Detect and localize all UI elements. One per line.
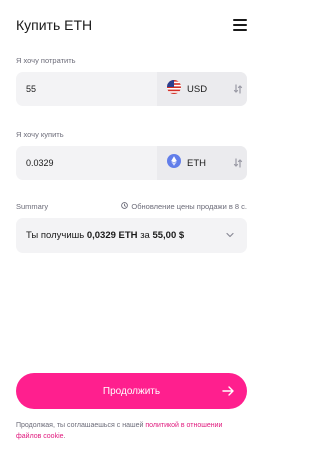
continue-button[interactable]: Продолжить: [16, 373, 247, 409]
eth-icon: [167, 153, 181, 173]
clock-icon: [121, 202, 129, 211]
buy-currency-select[interactable]: ETH: [157, 146, 247, 180]
spend-field[interactable]: 55 USD: [16, 72, 247, 106]
summary-price: 55,00 $: [152, 230, 185, 241]
buy-currency-code: ETH: [187, 157, 206, 169]
summary-amount: 0,0329 ETH: [86, 230, 138, 241]
spend-currency-code: USD: [187, 83, 208, 95]
summary-middle: за: [140, 230, 150, 241]
legal-end: .: [63, 433, 66, 440]
page-title: Купить ETH: [16, 17, 93, 33]
arrow-right-icon: [221, 384, 235, 398]
buy-amount-input[interactable]: 0.0329: [16, 158, 157, 168]
summary-header: Summary Обновление цены продажи в 8 с.: [16, 202, 247, 211]
price-refresh-notice: Обновление цены продажи в 8 с.: [121, 202, 247, 211]
continue-label: Продолжить: [102, 385, 161, 397]
swap-icon: [231, 156, 245, 170]
chevron-down-icon[interactable]: [225, 227, 235, 245]
spend-amount-input[interactable]: 55: [16, 84, 157, 94]
summary-dropdown[interactable]: Ты получишь 0,0329 ETH за 55,00 $: [16, 218, 247, 253]
summary-label: Summary: [16, 202, 49, 211]
legal-text: Продолжая, ты соглашаешься с нашей: [16, 422, 144, 429]
legal-notice: Продолжая, ты соглашаешься с нашей полит…: [16, 420, 231, 442]
us-flag-icon: [167, 79, 181, 99]
buy-label: Я хочу купить: [16, 130, 64, 139]
swap-icon: [231, 82, 245, 96]
buy-field[interactable]: 0.0329 ETH: [16, 146, 247, 180]
spend-label: Я хочу потратить: [16, 56, 76, 65]
header: Купить ETH: [16, 14, 247, 36]
summary-prefix: Ты получишь: [26, 230, 85, 241]
menu-icon[interactable]: [233, 19, 247, 31]
spend-currency-select[interactable]: USD: [157, 72, 247, 106]
summary-text: Ты получишь 0,0329 ETH за 55,00 $: [26, 230, 184, 241]
refresh-text: Обновление цены продажи в 8 с.: [131, 202, 247, 211]
